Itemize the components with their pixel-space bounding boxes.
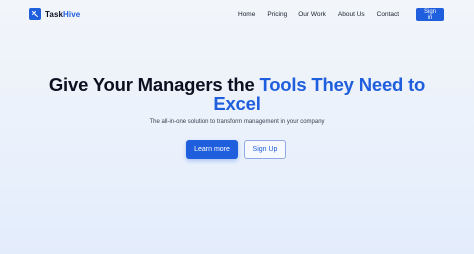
hero-subtitle: The all-in-one solution to transform man… [149, 119, 325, 125]
nav-item-pricing[interactable]: Pricing [267, 11, 287, 18]
brand-name: TaskHive [45, 9, 81, 19]
hero-title: Give Your Managers the Tools They Need t… [0, 75, 474, 113]
sign-in-button[interactable]: Sign in [416, 8, 444, 21]
site-header: TaskHive Home Pricing Our Work About Us … [0, 0, 474, 30]
sign-up-button[interactable]: Sign Up [244, 140, 286, 159]
main-nav: Home Pricing Our Work About Us Contact [238, 11, 399, 18]
nav-item-home[interactable]: Home [238, 11, 255, 18]
hero-title-highlight: Tools They Need to [259, 74, 426, 95]
learn-more-button[interactable]: Learn more [186, 140, 238, 159]
hero-title-text: Give Your Managers the [48, 74, 260, 95]
nav-item-our-work[interactable]: Our Work [298, 11, 326, 18]
hero-title-highlight-line2: Excel [213, 93, 261, 114]
nav-item-contact[interactable]: Contact [377, 11, 399, 18]
nav-item-about-us[interactable]: About Us [338, 11, 365, 18]
brand-logo[interactable]: TaskHive [29, 8, 80, 20]
logo-icon [29, 8, 41, 20]
